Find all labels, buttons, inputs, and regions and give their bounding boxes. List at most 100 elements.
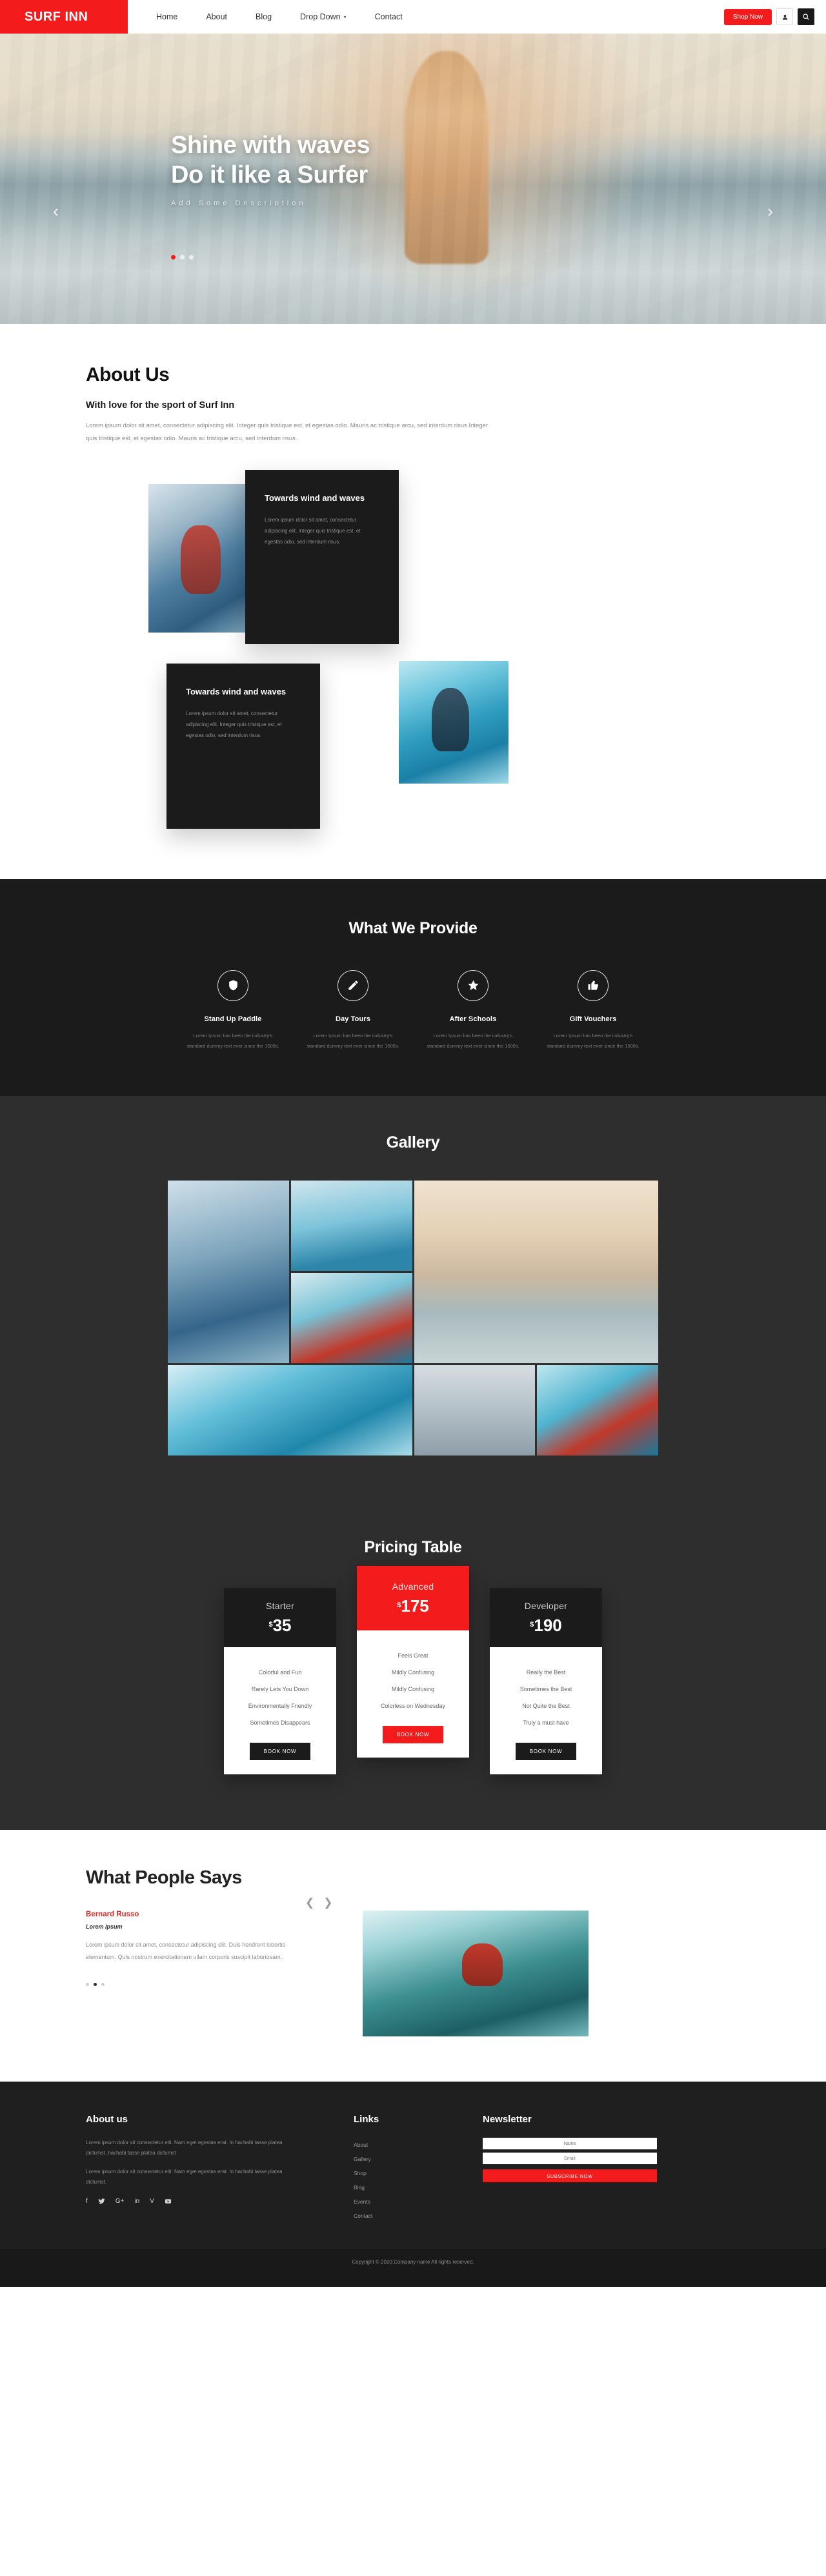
service-item-day-tours[interactable]: Day Tours Lorem Ipsum has been the indus… bbox=[293, 969, 413, 1051]
plan-price: $35 bbox=[224, 1616, 336, 1636]
book-now-button[interactable]: BOOK NOW bbox=[382, 1726, 444, 1744]
footer-links-column: Links About Gallery Shop Blog Events Con… bbox=[354, 2114, 483, 2223]
testimonial-dot[interactable] bbox=[94, 1983, 97, 1987]
nav-item-home[interactable]: Home bbox=[156, 12, 177, 21]
about-subtitle: With love for the sport of Surf Inn bbox=[86, 400, 235, 411]
hero-carousel: Shine with waves Do it like a Surfer Add… bbox=[0, 34, 826, 324]
brand-logo[interactable]: SURF INN bbox=[0, 0, 128, 34]
footer-about-title: About us bbox=[86, 2114, 128, 2125]
nav-label: Drop Down bbox=[300, 12, 341, 21]
pricing-header: Advanced $175 bbox=[357, 1566, 469, 1631]
currency-symbol: $ bbox=[397, 1601, 401, 1610]
plan-name: Developer bbox=[524, 1601, 568, 1612]
footer-link-shop[interactable]: Shop bbox=[354, 2166, 483, 2180]
testimonial-dot[interactable] bbox=[101, 1983, 105, 1987]
plan-feature: Mildly Confusing bbox=[391, 1669, 435, 1676]
carousel-prev-button[interactable]: ‹ bbox=[53, 201, 59, 221]
about-section: About Us With love for the sport of Surf… bbox=[0, 324, 826, 879]
testimonials-section: What People Says ❮ ❯ Bernard Russo Lorem… bbox=[0, 1830, 826, 2082]
twitter-icon[interactable] bbox=[98, 2198, 105, 2207]
book-now-button[interactable]: BOOK NOW bbox=[249, 1743, 311, 1761]
gallery-image-7[interactable] bbox=[537, 1365, 658, 1456]
service-title: Day Tours bbox=[336, 1015, 370, 1023]
testimonial-dot[interactable] bbox=[86, 1983, 89, 1987]
service-text: Lorem Ipsum has been the industry's stan… bbox=[427, 1032, 519, 1049]
gallery-image-5[interactable] bbox=[168, 1365, 412, 1456]
shop-now-button[interactable]: Shop Now bbox=[723, 8, 772, 25]
carousel-dot[interactable] bbox=[189, 255, 194, 259]
testimonial-next-button[interactable]: ❯ bbox=[323, 1896, 332, 1909]
carousel-dot[interactable] bbox=[180, 255, 185, 259]
newsletter-name-input[interactable] bbox=[483, 2138, 657, 2150]
facebook-icon[interactable]: f bbox=[86, 2198, 88, 2207]
about-media-grid: Towards wind and waves Lorem ipsum dolor… bbox=[83, 469, 743, 831]
subscribe-button[interactable]: SUBSCRIBE NOW bbox=[483, 2169, 657, 2183]
currency-symbol: $ bbox=[268, 1621, 273, 1629]
plan-features: Colorful and Fun Rarely Lets You Down En… bbox=[224, 1647, 336, 1774]
plan-features: Really the Best Sometimes the Best Not Q… bbox=[490, 1647, 602, 1774]
search-icon[interactable] bbox=[798, 8, 814, 25]
carousel-dots bbox=[171, 255, 194, 259]
gallery-image-3[interactable] bbox=[290, 1273, 412, 1364]
nav-item-dropdown[interactable]: Drop Down ▾ bbox=[300, 12, 347, 21]
google-plus-icon[interactable]: G+ bbox=[116, 2198, 125, 2207]
service-item-stand-up-paddle[interactable]: Stand Up Paddle Lorem Ipsum has been the… bbox=[173, 969, 293, 1051]
user-icon[interactable] bbox=[776, 8, 793, 25]
footer-newsletter-column: Newsletter SUBSCRIBE NOW bbox=[483, 2114, 657, 2223]
plan-price-value: 175 bbox=[401, 1596, 429, 1616]
gallery-image-2[interactable] bbox=[290, 1181, 412, 1272]
footer-about-p1: Lorem ipsum dolor sit consectetur elit. … bbox=[86, 2140, 283, 2156]
footer-newsletter-title: Newsletter bbox=[483, 2114, 532, 2125]
testimonials-title: What People Says bbox=[86, 1867, 242, 1889]
social-links: f G+ in V bbox=[86, 2198, 354, 2207]
testimonial-author-name: Bernard Russo bbox=[86, 1911, 139, 1919]
plan-price: $175 bbox=[357, 1596, 469, 1616]
carousel-dot[interactable] bbox=[171, 255, 176, 259]
footer-link-gallery[interactable]: Gallery bbox=[354, 2152, 483, 2166]
service-title: After Schools bbox=[449, 1015, 497, 1023]
footer-link-about[interactable]: About bbox=[354, 2138, 483, 2152]
gallery-image-6[interactable] bbox=[414, 1365, 536, 1456]
plan-feature: Rarely Lets You Down bbox=[251, 1686, 309, 1693]
testimonial-text: Lorem ipsum dolor sit amet, consectetur … bbox=[86, 1942, 286, 1961]
service-title: Gift Vouchers bbox=[569, 1015, 617, 1023]
testimonial-content: Bernard Russo Lorem Ipsum Lorem ipsum do… bbox=[83, 1911, 341, 2036]
service-text: Lorem Ipsum has been the industry's stan… bbox=[186, 1032, 279, 1049]
gallery-title: Gallery bbox=[386, 1133, 440, 1152]
pencil-icon bbox=[337, 969, 368, 1001]
pricing-card-developer: Developer $190 Really the Best Sometimes… bbox=[490, 1588, 602, 1775]
testimonial-prev-button[interactable]: ❮ bbox=[305, 1896, 314, 1909]
about-card-2: Towards wind and waves Lorem ipsum dolor… bbox=[166, 663, 320, 829]
nav-item-about[interactable]: About bbox=[206, 12, 227, 21]
vimeo-icon[interactable]: V bbox=[150, 2198, 154, 2207]
youtube-icon[interactable] bbox=[165, 2198, 172, 2207]
about-card-2-text: Lorem ipsum dolor sit amet, consectetur … bbox=[186, 711, 282, 738]
about-image-2 bbox=[399, 660, 509, 784]
gallery-image-1[interactable] bbox=[168, 1181, 289, 1364]
pricing-card-advanced: Advanced $175 Feels Great Mildly Confusi… bbox=[357, 1566, 469, 1758]
plan-feature: Environmentally Friendly bbox=[248, 1703, 312, 1710]
book-now-button[interactable]: BOOK NOW bbox=[515, 1743, 577, 1761]
footer-link-contact[interactable]: Contact bbox=[354, 2209, 483, 2223]
pricing-title: Pricing Table bbox=[364, 1538, 462, 1557]
pricing-section: Pricing Table Starter $35 Colorful and F… bbox=[0, 1502, 826, 1831]
main-nav: Home About Blog Drop Down ▾ Contact bbox=[128, 0, 724, 34]
service-item-after-schools[interactable]: After Schools Lorem Ipsum has been the i… bbox=[413, 969, 533, 1051]
gallery-section: Gallery bbox=[0, 1096, 826, 1503]
hero-background-image bbox=[405, 51, 489, 264]
footer-link-blog[interactable]: Blog bbox=[354, 2180, 483, 2195]
nav-item-blog[interactable]: Blog bbox=[256, 12, 272, 21]
services-title: What We Provide bbox=[348, 918, 478, 937]
services-list: Stand Up Paddle Lorem Ipsum has been the… bbox=[0, 969, 826, 1051]
service-item-gift-vouchers[interactable]: Gift Vouchers Lorem Ipsum has been the i… bbox=[533, 969, 653, 1051]
linkedin-icon[interactable]: in bbox=[134, 2198, 139, 2207]
plan-feature: Sometimes the Best bbox=[519, 1686, 572, 1693]
gallery-image-4[interactable] bbox=[414, 1181, 658, 1364]
newsletter-email-input[interactable] bbox=[483, 2153, 657, 2165]
nav-item-contact[interactable]: Contact bbox=[375, 12, 403, 21]
plan-feature: Sometimes Disappears bbox=[250, 1719, 310, 1727]
plan-price-value: 35 bbox=[272, 1616, 292, 1636]
footer-link-events[interactable]: Events bbox=[354, 2195, 483, 2209]
carousel-next-button[interactable]: › bbox=[767, 201, 773, 221]
pricing-header: Developer $190 bbox=[490, 1588, 602, 1648]
